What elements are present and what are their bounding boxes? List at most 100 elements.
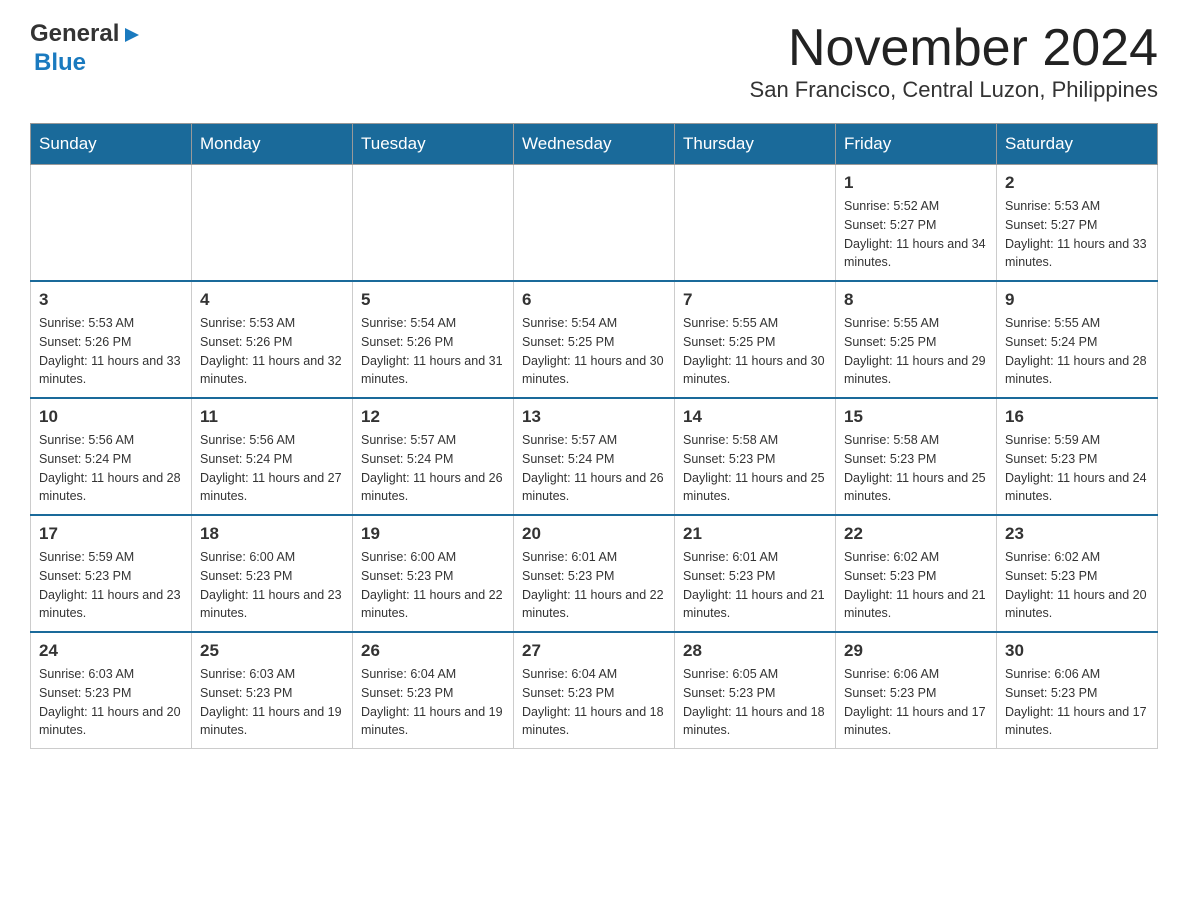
day-number: 10 (39, 407, 183, 427)
day-info: Sunrise: 5:53 AMSunset: 5:27 PMDaylight:… (1005, 197, 1149, 272)
calendar-cell-w1-d3 (514, 165, 675, 282)
day-info: Sunrise: 5:53 AMSunset: 5:26 PMDaylight:… (39, 314, 183, 389)
logo: General Blue (30, 20, 143, 78)
day-number: 14 (683, 407, 827, 427)
calendar-cell-w4-d2: 19 Sunrise: 6:00 AMSunset: 5:23 PMDayligh… (353, 515, 514, 632)
day-info: Sunrise: 5:57 AMSunset: 5:24 PMDaylight:… (522, 431, 666, 506)
day-number: 6 (522, 290, 666, 310)
calendar-cell-w3-d4: 14 Sunrise: 5:58 AMSunset: 5:23 PMDayligh… (675, 398, 836, 515)
day-number: 3 (39, 290, 183, 310)
page-subtitle: San Francisco, Central Luzon, Philippine… (750, 77, 1158, 103)
calendar-week-5: 24 Sunrise: 6:03 AMSunset: 5:23 PMDayligh… (31, 632, 1158, 749)
calendar-cell-w2-d1: 4 Sunrise: 5:53 AMSunset: 5:26 PMDaylight… (192, 281, 353, 398)
calendar-cell-w1-d1 (192, 165, 353, 282)
day-info: Sunrise: 6:06 AMSunset: 5:23 PMDaylight:… (844, 665, 988, 740)
day-number: 1 (844, 173, 988, 193)
day-number: 23 (1005, 524, 1149, 544)
calendar-cell-w3-d1: 11 Sunrise: 5:56 AMSunset: 5:24 PMDayligh… (192, 398, 353, 515)
calendar-cell-w5-d6: 30 Sunrise: 6:06 AMSunset: 5:23 PMDayligh… (997, 632, 1158, 749)
day-info: Sunrise: 6:02 AMSunset: 5:23 PMDaylight:… (1005, 548, 1149, 623)
calendar-cell-w5-d3: 27 Sunrise: 6:04 AMSunset: 5:23 PMDayligh… (514, 632, 675, 749)
calendar-cell-w4-d3: 20 Sunrise: 6:01 AMSunset: 5:23 PMDayligh… (514, 515, 675, 632)
day-info: Sunrise: 6:03 AMSunset: 5:23 PMDaylight:… (200, 665, 344, 740)
page-header: General Blue November 2024 San Francisco… (30, 20, 1158, 103)
logo-blue-text: Blue (34, 49, 86, 76)
day-number: 27 (522, 641, 666, 661)
day-number: 8 (844, 290, 988, 310)
day-number: 15 (844, 407, 988, 427)
day-info: Sunrise: 6:05 AMSunset: 5:23 PMDaylight:… (683, 665, 827, 740)
day-number: 25 (200, 641, 344, 661)
calendar-cell-w4-d4: 21 Sunrise: 6:01 AMSunset: 5:23 PMDayligh… (675, 515, 836, 632)
calendar-cell-w2-d3: 6 Sunrise: 5:54 AMSunset: 5:25 PMDaylight… (514, 281, 675, 398)
calendar-cell-w1-d4 (675, 165, 836, 282)
day-number: 13 (522, 407, 666, 427)
day-info: Sunrise: 5:55 AMSunset: 5:25 PMDaylight:… (844, 314, 988, 389)
col-wednesday: Wednesday (514, 124, 675, 165)
day-info: Sunrise: 5:56 AMSunset: 5:24 PMDaylight:… (200, 431, 344, 506)
calendar-cell-w2-d6: 9Sunrise: 5:55 AMSunset: 5:24 PMDaylight… (997, 281, 1158, 398)
col-monday: Monday (192, 124, 353, 165)
calendar-cell-w5-d0: 24Sunrise: 6:03 AMSunset: 5:23 PMDayligh… (31, 632, 192, 749)
day-info: Sunrise: 6:00 AMSunset: 5:23 PMDaylight:… (361, 548, 505, 623)
calendar-cell-w2-d2: 5Sunrise: 5:54 AMSunset: 5:26 PMDaylight… (353, 281, 514, 398)
calendar-cell-w5-d1: 25 Sunrise: 6:03 AMSunset: 5:23 PMDayligh… (192, 632, 353, 749)
calendar-cell-w1-d2 (353, 165, 514, 282)
day-number: 30 (1005, 641, 1149, 661)
day-number: 4 (200, 290, 344, 310)
day-number: 28 (683, 641, 827, 661)
day-number: 5 (361, 290, 505, 310)
title-area: November 2024 San Francisco, Central Luz… (750, 20, 1158, 103)
day-info: Sunrise: 5:58 AMSunset: 5:23 PMDaylight:… (683, 431, 827, 506)
day-number: 24 (39, 641, 183, 661)
col-tuesday: Tuesday (353, 124, 514, 165)
logo-general-text: General (30, 20, 119, 49)
col-friday: Friday (836, 124, 997, 165)
col-thursday: Thursday (675, 124, 836, 165)
calendar-cell-w3-d6: 16 Sunrise: 5:59 AMSunset: 5:23 PMDayligh… (997, 398, 1158, 515)
day-number: 11 (200, 407, 344, 427)
day-info: Sunrise: 5:54 AMSunset: 5:25 PMDaylight:… (522, 314, 666, 389)
day-number: 26 (361, 641, 505, 661)
calendar-cell-w1-d5: 1 Sunrise: 5:52 AMSunset: 5:27 PMDaylight… (836, 165, 997, 282)
day-number: 9 (1005, 290, 1149, 310)
calendar-week-4: 17Sunrise: 5:59 AMSunset: 5:23 PMDayligh… (31, 515, 1158, 632)
day-number: 18 (200, 524, 344, 544)
day-number: 2 (1005, 173, 1149, 193)
calendar-cell-w2-d0: 3 Sunrise: 5:53 AMSunset: 5:26 PMDaylight… (31, 281, 192, 398)
day-info: Sunrise: 5:59 AMSunset: 5:23 PMDaylight:… (1005, 431, 1149, 506)
calendar-cell-w4-d5: 22Sunrise: 6:02 AMSunset: 5:23 PMDayligh… (836, 515, 997, 632)
day-info: Sunrise: 6:01 AMSunset: 5:23 PMDaylight:… (683, 548, 827, 623)
day-number: 21 (683, 524, 827, 544)
day-number: 12 (361, 407, 505, 427)
calendar-week-1: 1 Sunrise: 5:52 AMSunset: 5:27 PMDaylight… (31, 165, 1158, 282)
day-info: Sunrise: 6:00 AMSunset: 5:23 PMDaylight:… (200, 548, 344, 623)
calendar-cell-w3-d5: 15Sunrise: 5:58 AMSunset: 5:23 PMDayligh… (836, 398, 997, 515)
day-info: Sunrise: 6:06 AMSunset: 5:23 PMDaylight:… (1005, 665, 1149, 740)
day-info: Sunrise: 5:56 AMSunset: 5:24 PMDaylight:… (39, 431, 183, 506)
calendar-cell-w3-d3: 13 Sunrise: 5:57 AMSunset: 5:24 PMDayligh… (514, 398, 675, 515)
logo-arrow-icon (121, 24, 143, 46)
col-saturday: Saturday (997, 124, 1158, 165)
calendar-week-2: 3 Sunrise: 5:53 AMSunset: 5:26 PMDaylight… (31, 281, 1158, 398)
calendar-cell-w5-d2: 26 Sunrise: 6:04 AMSunset: 5:23 PMDayligh… (353, 632, 514, 749)
day-number: 29 (844, 641, 988, 661)
day-info: Sunrise: 5:53 AMSunset: 5:26 PMDaylight:… (200, 314, 344, 389)
day-number: 22 (844, 524, 988, 544)
day-number: 19 (361, 524, 505, 544)
calendar-cell-w3-d0: 10 Sunrise: 5:56 AMSunset: 5:24 PMDayligh… (31, 398, 192, 515)
page-title: November 2024 (750, 20, 1158, 77)
day-number: 16 (1005, 407, 1149, 427)
day-number: 20 (522, 524, 666, 544)
day-info: Sunrise: 5:55 AMSunset: 5:25 PMDaylight:… (683, 314, 827, 389)
day-info: Sunrise: 6:01 AMSunset: 5:23 PMDaylight:… (522, 548, 666, 623)
day-info: Sunrise: 5:52 AMSunset: 5:27 PMDaylight:… (844, 197, 988, 272)
calendar-table: Sunday Monday Tuesday Wednesday Thursday… (30, 123, 1158, 749)
calendar-header-row: Sunday Monday Tuesday Wednesday Thursday… (31, 124, 1158, 165)
calendar-cell-w4-d1: 18 Sunrise: 6:00 AMSunset: 5:23 PMDayligh… (192, 515, 353, 632)
calendar-cell-w4-d0: 17Sunrise: 5:59 AMSunset: 5:23 PMDayligh… (31, 515, 192, 632)
calendar-cell-w1-d6: 2 Sunrise: 5:53 AMSunset: 5:27 PMDaylight… (997, 165, 1158, 282)
day-info: Sunrise: 6:04 AMSunset: 5:23 PMDaylight:… (522, 665, 666, 740)
day-info: Sunrise: 6:04 AMSunset: 5:23 PMDaylight:… (361, 665, 505, 740)
day-info: Sunrise: 5:59 AMSunset: 5:23 PMDaylight:… (39, 548, 183, 623)
